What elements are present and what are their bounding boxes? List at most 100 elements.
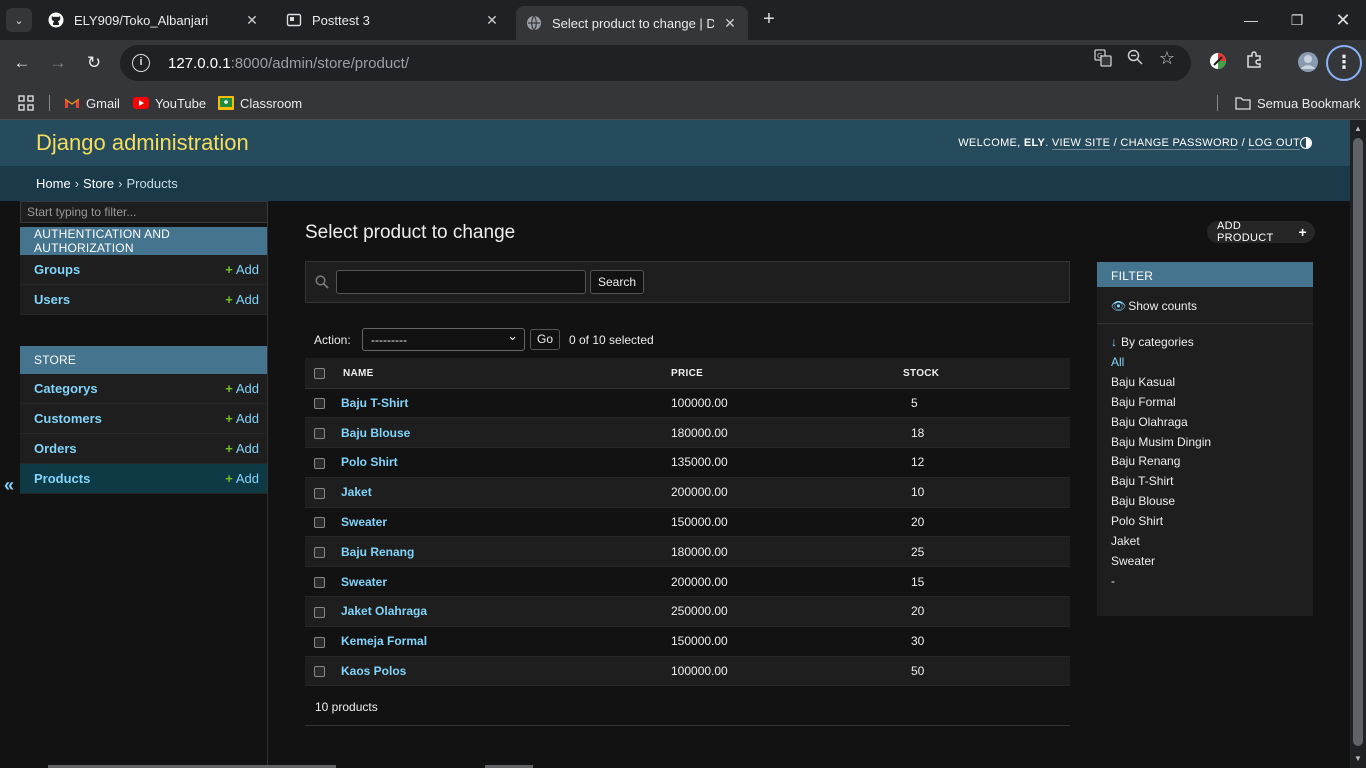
extension-colorful-icon[interactable] [1206,51,1230,75]
tab-django-admin[interactable]: Select product to change | Django site a… [516,6,748,40]
collapse-sidebar-button[interactable]: « [4,475,14,496]
theme-toggle-icon[interactable] [1300,137,1312,149]
bookmark-youtube[interactable]: YouTube [133,94,206,112]
close-icon[interactable]: ✕ [244,12,260,29]
sidebar-item-groups[interactable]: Groups + Add [20,255,267,285]
reload-icon[interactable]: ↻ [82,51,106,75]
column-price[interactable]: PRICE [671,358,903,389]
minimize-icon[interactable]: — [1228,0,1274,40]
filter-option[interactable]: - [1111,574,1313,594]
product-link[interactable]: Kaos Polos [341,664,406,678]
row-checkbox[interactable] [314,577,325,588]
row-checkbox[interactable] [314,457,325,469]
product-link[interactable]: Baju Blouse [341,426,410,440]
search-input[interactable] [336,270,586,294]
column-name[interactable]: NAME [334,358,671,389]
bookmark-gmail[interactable]: Gmail [64,94,120,112]
product-link[interactable]: Jaket Olahraga [341,604,427,618]
scroll-up-icon[interactable]: ▲ [1354,124,1362,133]
zoom-icon[interactable] [1126,49,1144,67]
browser-menu-icon[interactable]: ⋮ [1326,45,1362,81]
nav-filter-input[interactable]: Start typing to filter... [20,201,268,223]
view-site-link[interactable]: VIEW SITE [1051,137,1111,150]
column-stock[interactable]: STOCK [903,358,1070,389]
sidebar-item-orders[interactable]: Orders + Add [20,434,267,464]
row-checkbox[interactable] [314,666,325,678]
bookmark-star-icon[interactable]: ☆ [1158,49,1176,67]
filter-option[interactable]: Baju Blouse [1111,494,1313,514]
filter-option[interactable]: Baju Olahraga [1111,415,1313,435]
add-users-link[interactable]: + Add [225,292,259,307]
extensions-puzzle-icon[interactable] [1242,51,1266,75]
address-bar[interactable]: i 127.0.0.1:8000/admin/store/product/ [120,45,1191,81]
row-checkbox[interactable] [314,636,325,648]
close-icon[interactable]: ✕ [484,12,500,29]
scroll-down-icon[interactable]: ▼ [1354,754,1362,763]
filter-option[interactable]: Baju T-Shirt [1111,474,1313,494]
filter-option[interactable]: All [1111,355,1313,375]
tab-github[interactable]: ELY909/Toko_Albanjari ✕ [38,4,270,36]
filter-option[interactable]: Baju Kasual [1111,375,1313,395]
row-checkbox[interactable] [314,428,325,440]
search-button[interactable]: Search [590,270,645,294]
product-link[interactable]: Sweater [341,515,387,529]
product-link[interactable]: Sweater [341,575,387,589]
product-link[interactable]: Kemeja Formal [341,634,427,648]
close-icon[interactable]: ✕ [722,15,738,32]
sidebar-item-customers[interactable]: Customers + Add [20,404,267,434]
show-counts-link[interactable]: 👁 Show counts [1097,287,1313,324]
row-checkbox[interactable] [314,606,325,618]
change-password-link[interactable]: CHANGE PASSWORD [1120,137,1239,150]
breadcrumb-home[interactable]: Home [36,176,71,191]
app-caption-store[interactable]: Store [20,346,267,374]
translate-icon[interactable]: G [1094,49,1112,67]
tab-search-button[interactable]: ⌄ [6,8,32,32]
sidebar-item-products[interactable]: Products + Add [20,464,267,494]
site-brand[interactable]: Django administration [36,130,249,156]
filter-option[interactable]: Baju Formal [1111,395,1313,415]
close-window-icon[interactable]: ✕ [1320,0,1366,40]
row-checkbox[interactable] [314,517,325,529]
filter-option[interactable]: Baju Musim Dingin [1111,435,1313,455]
sidebar-item-users[interactable]: Users + Add [20,285,267,315]
add-orders-link[interactable]: + Add [225,441,259,456]
apps-grid-icon[interactable] [18,94,34,112]
forward-icon[interactable]: → [46,51,70,75]
filter-option[interactable]: Jaket [1111,534,1313,554]
bookmark-classroom[interactable]: Classroom [218,94,302,112]
all-bookmarks[interactable]: Semua Bookmark [1235,94,1360,112]
product-link[interactable]: Jaket [341,485,372,499]
add-customers-link[interactable]: + Add [225,411,259,426]
profile-avatar-icon[interactable] [1296,51,1320,75]
action-select[interactable]: --------- [362,328,525,351]
go-button[interactable]: Go [530,329,561,350]
filter-option[interactable]: Sweater [1111,554,1313,574]
row-checkbox[interactable] [314,398,325,410]
add-categorys-link[interactable]: + Add [225,381,259,396]
new-tab-icon[interactable]: + [758,8,780,32]
paginator: 10 products [305,688,1070,726]
add-products-link[interactable]: + Add [225,471,259,486]
filter-by-categories[interactable]: ↓ By categories [1097,324,1313,355]
restore-icon[interactable]: ❐ [1274,0,1320,40]
breadcrumb-store[interactable]: Store [83,176,114,191]
filter-option[interactable]: Baju Renang [1111,454,1313,474]
select-all-checkbox[interactable] [314,368,325,380]
row-checkbox[interactable] [314,547,325,559]
filter-option[interactable]: Polo Shirt [1111,514,1313,534]
app-caption-auth[interactable]: Authentication and Authorization [20,227,267,255]
tab-posttest[interactable]: Posttest 3 ✕ [276,4,510,36]
row-checkbox[interactable] [314,487,325,499]
log-out-link[interactable]: LOG OUT [1248,137,1300,150]
sidebar-item-categorys[interactable]: Categorys + Add [20,374,267,404]
product-link[interactable]: Baju Renang [341,545,414,559]
back-icon[interactable]: ← [10,51,34,75]
plus-icon: + [225,262,233,277]
vertical-scrollbar[interactable]: ▲ ▼ [1350,120,1366,768]
add-product-button[interactable]: ADD PRODUCT + [1207,220,1315,244]
add-groups-link[interactable]: + Add [225,262,259,277]
product-link[interactable]: Baju T-Shirt [341,396,408,410]
scrollbar-thumb[interactable] [1353,138,1363,746]
site-info-icon[interactable]: i [132,54,150,72]
product-link[interactable]: Polo Shirt [341,455,398,469]
